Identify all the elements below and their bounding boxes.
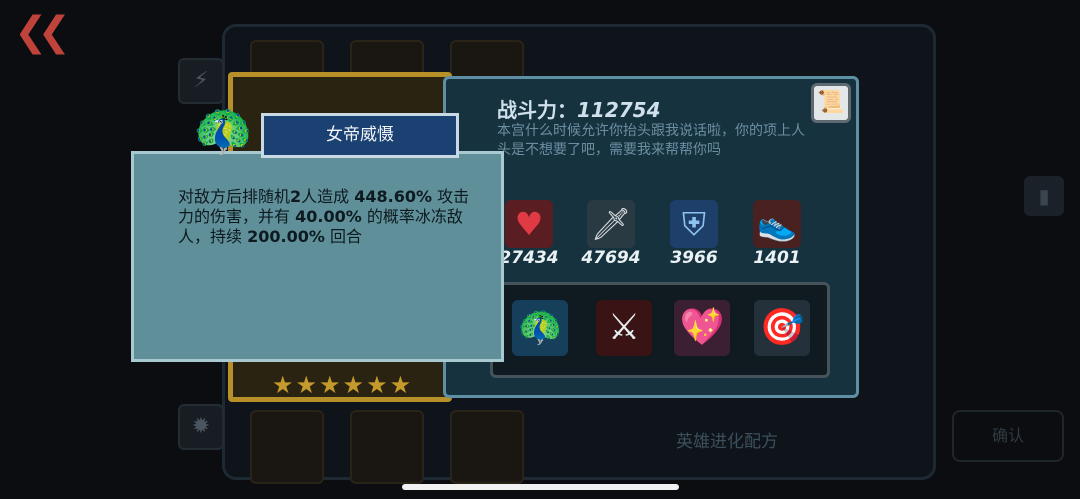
star-icon: ★ — [319, 371, 341, 399]
hero-star-rating: ★ ★ ★ ★ ★ ★ — [272, 372, 432, 398]
skill-tooltip — [131, 151, 504, 362]
combat-power-label: 战斗力： — [497, 98, 577, 122]
skill-winged-heart[interactable]: 💖 — [674, 300, 730, 356]
star-icon: ★ — [389, 371, 412, 399]
back-button[interactable]: ❮❮ — [14, 9, 71, 55]
heart-icon: ♥ — [505, 200, 553, 248]
skill-title: 女帝威慑 — [261, 113, 459, 158]
flaming-sword-icon: ⚔ — [607, 307, 641, 348]
crosshair-icon: 🎯 — [759, 307, 805, 348]
winged-heart-icon: 💖 — [679, 307, 725, 348]
skill-flaming-sword[interactable]: ⚔ — [596, 300, 652, 356]
peacock-icon: 🦚 — [193, 103, 253, 159]
double-chevron-left-icon: ❮❮ — [14, 9, 71, 55]
combat-power: 战斗力：112754 — [497, 94, 661, 123]
skill-peacock[interactable]: 🦚 — [512, 300, 568, 356]
skill-description: 对敌方后排随机2人造成 448.60% 攻击力的伤害，并有 40.00% 的概率… — [178, 187, 470, 246]
stat-speed: 👟 1401 — [742, 200, 812, 268]
combat-power-value: 112754 — [577, 98, 661, 122]
stat-speed-value: 1401 — [753, 248, 801, 268]
hero-quote: 本宫什么时候允许你抬头跟我说话啦，你的项上人头是不想要了吧，需要我来帮帮你吗 — [497, 123, 805, 158]
sun-icon[interactable]: ✹ — [178, 404, 224, 450]
stat-hp-value: 27434 — [499, 248, 559, 268]
evolution-recipe-label[interactable]: 英雄进化配方 — [676, 427, 778, 452]
confirm-button[interactable]: 确认 — [952, 410, 1064, 462]
skill-crosshair[interactable]: 🎯 — [754, 300, 810, 356]
peacock-icon: 🦚 — [517, 307, 563, 348]
star-icon: ★ — [295, 371, 318, 399]
scroll-icon[interactable]: 📜 — [811, 83, 851, 123]
star-icon: ★ — [272, 371, 294, 399]
stat-defense-value: 3966 — [670, 248, 718, 268]
stat-attack-value: 47694 — [581, 248, 641, 268]
stat-defense: ⛨ 3966 — [659, 200, 729, 268]
shield-icon: ⛨ — [670, 200, 718, 248]
shoe-icon: 👟 — [753, 200, 801, 248]
lightning-icon[interactable]: ⚡ — [178, 58, 224, 104]
sword-icon: 🗡 — [587, 200, 635, 248]
stat-attack: 🗡 47694 — [576, 200, 646, 268]
home-indicator[interactable] — [402, 484, 679, 490]
star-icon: ★ — [342, 371, 365, 399]
star-icon: ★ — [366, 371, 388, 399]
side-menu-icon[interactable]: ▮ — [1024, 176, 1064, 216]
stat-hp: ♥ 27434 — [494, 200, 564, 268]
